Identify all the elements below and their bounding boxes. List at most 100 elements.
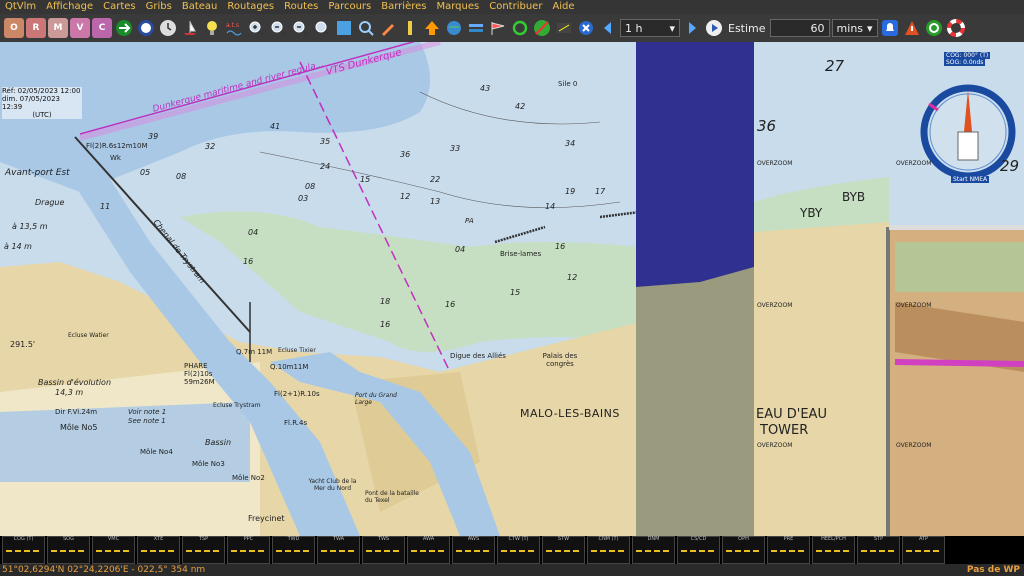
instrument-stp[interactable]: STP — [857, 536, 900, 564]
play-icon[interactable] — [704, 18, 724, 38]
recycle-icon[interactable] — [510, 18, 530, 38]
bulb-icon[interactable] — [202, 18, 222, 38]
grib-v-icon[interactable]: V — [70, 18, 90, 38]
instrument-oph[interactable]: OPH — [722, 536, 765, 564]
label-light1: Fl(2)R.6s12m10M — [86, 142, 148, 150]
chart-view[interactable]: Réf: 02/05/2023 12:00 dim. 07/05/2023 12… — [0, 42, 1024, 536]
label-mole3: Môle No3 — [192, 460, 225, 468]
instrument-twd[interactable]: TWD — [272, 536, 315, 564]
instrument-cs-cd[interactable]: CS/CD — [677, 536, 720, 564]
menu-routages[interactable]: Routages — [222, 0, 279, 14]
boat-icon[interactable] — [180, 18, 200, 38]
label-palais: Palais des congrès — [542, 352, 578, 368]
label-eau-tower: EAU D'EAU — [756, 407, 827, 422]
target-icon[interactable] — [924, 18, 944, 38]
green-arrow-icon[interactable] — [114, 18, 134, 38]
label-mole5: Môle No5 — [60, 423, 98, 432]
label-bassin: Bassin — [205, 438, 232, 447]
vector-icon[interactable] — [554, 18, 574, 38]
label-overzoom-2: OVERZOOM — [896, 160, 932, 167]
lifebuoy-icon[interactable] — [946, 18, 966, 38]
grib-m-icon[interactable]: M — [48, 18, 68, 38]
label-ecluse-watier: Ecluse Watier — [68, 332, 109, 339]
toolbar: O R M V C a.t.s 1 h ▾ Estime 60 mins ▾ — [0, 14, 1024, 42]
zoom-fit-icon[interactable] — [312, 18, 332, 38]
instrument-atp[interactable]: ATP — [902, 536, 945, 564]
marker-icon[interactable] — [400, 18, 420, 38]
pencil-icon[interactable] — [378, 18, 398, 38]
instrument-label: CTW (T) — [508, 536, 529, 542]
sounding: 39 — [148, 132, 159, 141]
zoom-out-icon[interactable] — [290, 18, 310, 38]
next-step-icon[interactable] — [682, 18, 702, 38]
instrument-vmc[interactable]: VMC — [92, 536, 135, 564]
menu-parcours[interactable]: Parcours — [323, 0, 376, 14]
instrument-bar: COG (T) SOG VMC XTE TSP PPC TWD TWA TWS AWA AWS CTW… — [0, 536, 1024, 564]
compass-start-nmea[interactable]: Start NMEA — [951, 176, 990, 183]
instrument-sog[interactable]: SOG — [47, 536, 90, 564]
instrument-cog-t[interactable]: COG (T) — [2, 536, 45, 564]
menu-marques[interactable]: Marques — [431, 0, 484, 14]
instrument-aws[interactable]: AWS — [452, 536, 495, 564]
prev-step-icon[interactable] — [598, 18, 618, 38]
instrument-ppc[interactable]: PPC — [227, 536, 270, 564]
menu-affichage[interactable]: Affichage — [41, 0, 98, 14]
grib-c-icon[interactable]: C — [92, 18, 112, 38]
instrument-tws[interactable]: TWS — [362, 536, 405, 564]
zoom-plus-icon[interactable] — [268, 18, 288, 38]
menu-aide[interactable]: Aide — [547, 0, 579, 14]
close-x-icon[interactable] — [576, 18, 596, 38]
menu-bateau[interactable]: Bateau — [177, 0, 223, 14]
instrument-xte[interactable]: XTE — [137, 536, 180, 564]
label-ecluse-trystram: Ecluse Trystram — [213, 402, 261, 409]
instrument-label: COG (T) — [13, 536, 34, 542]
label-depth-13: à 13,5 m — [12, 222, 48, 231]
instrument-cnm-t[interactable]: CNM (T) — [587, 536, 630, 564]
menu-gribs[interactable]: Gribs — [141, 0, 177, 14]
bell-icon[interactable] — [880, 18, 900, 38]
instrument-value-placeholder — [141, 550, 176, 552]
select-zone-icon[interactable] — [334, 18, 354, 38]
no-grib-icon[interactable] — [532, 18, 552, 38]
menu-barrieres[interactable]: Barrières — [376, 0, 431, 14]
label-pont: Pont de la bataille du Texel — [365, 490, 420, 504]
compass-rose — [920, 84, 1016, 180]
interval-select[interactable]: 1 h ▾ — [620, 19, 680, 37]
grib-r-icon[interactable]: R — [26, 18, 46, 38]
estime-input[interactable]: 60 — [769, 19, 830, 37]
instrument-pre[interactable]: PRE — [767, 536, 810, 564]
instrument-tsp[interactable]: TSP — [182, 536, 225, 564]
label-overzoom-6: OVERZOOM — [896, 442, 932, 449]
sounding: 41 — [270, 122, 281, 131]
instrument-twa[interactable]: TWA — [317, 536, 360, 564]
instrument-dnm[interactable]: DNM — [632, 536, 675, 564]
menu-qtvlm[interactable]: QtVlm — [0, 0, 41, 14]
globe-icon[interactable] — [444, 18, 464, 38]
compass-icon[interactable] — [136, 18, 156, 38]
label-freycinet: Freycinet — [248, 514, 285, 523]
ref-line-3: (UTC) — [32, 111, 52, 119]
sounding: 11 — [100, 202, 111, 211]
label-phare: PHARE — [184, 362, 208, 370]
menu-contribuer[interactable]: Contribuer — [484, 0, 547, 14]
estime-value: 60 — [810, 21, 825, 35]
windsock-icon[interactable] — [488, 18, 508, 38]
label-yby: YBY — [800, 206, 823, 220]
magnifier-icon[interactable] — [356, 18, 376, 38]
instrument-heel-pch[interactable]: HEEL/PCH — [812, 536, 855, 564]
sounding: 43 — [480, 84, 491, 93]
clock-icon[interactable] — [158, 18, 178, 38]
estime-unit-select[interactable]: mins ▾ — [831, 19, 878, 37]
instrument-awa[interactable]: AWA — [407, 536, 450, 564]
instrument-ctw-t[interactable]: CTW (T) — [497, 536, 540, 564]
menu-cartes[interactable]: Cartes — [98, 0, 141, 14]
menu-routes[interactable]: Routes — [279, 0, 323, 14]
sounding: 22 — [430, 175, 441, 184]
up-arrow-icon[interactable] — [422, 18, 442, 38]
instrument-stw[interactable]: STW — [542, 536, 585, 564]
grib-o-icon[interactable]: O — [4, 18, 24, 38]
tide-icon[interactable]: a.t.s — [224, 18, 244, 38]
layers-icon[interactable] — [466, 18, 486, 38]
zoom-in-icon[interactable] — [246, 18, 266, 38]
warning-icon[interactable] — [902, 18, 922, 38]
